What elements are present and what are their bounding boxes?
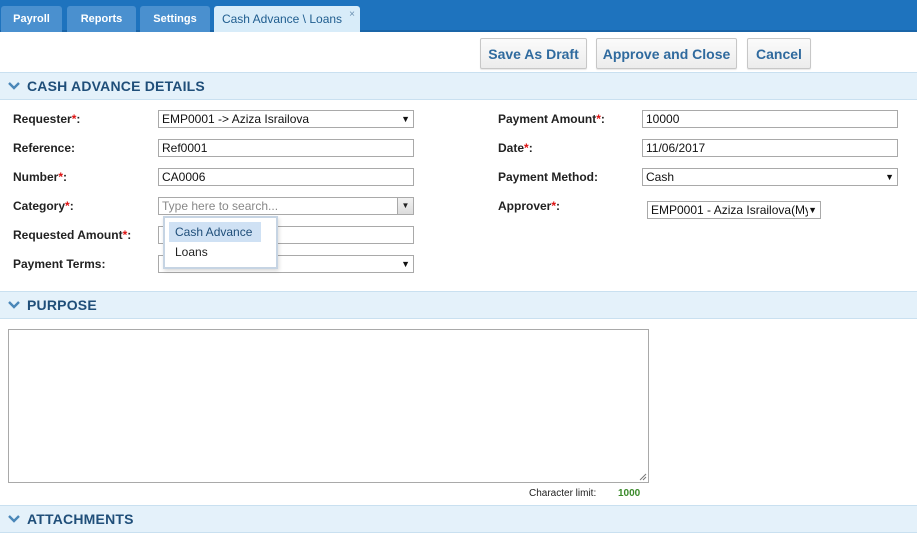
cancel-button[interactable]: Cancel bbox=[747, 38, 811, 69]
character-limit-label: Character limit: bbox=[529, 488, 597, 499]
tab-label: Settings bbox=[153, 13, 197, 25]
character-limit-value: 1000 bbox=[618, 488, 641, 499]
approver-label: Approver*: bbox=[498, 199, 561, 213]
tab-cash-advance-loans[interactable]: Cash Advance \ Loans × bbox=[214, 6, 360, 32]
requester-select[interactable]: EMP0001 -> Aziza Israilova ▼ bbox=[158, 110, 414, 128]
tab-bar: Payroll Reports Settings Cash Advance \ … bbox=[0, 0, 917, 32]
tab-reports[interactable]: Reports bbox=[67, 6, 136, 32]
payment-amount-label: Payment Amount*: bbox=[498, 112, 605, 126]
section-title: CASH ADVANCE DETAILS bbox=[27, 78, 205, 94]
caret-down-icon: ▼ bbox=[885, 172, 894, 182]
requester-label: Requester*: bbox=[13, 112, 81, 126]
category-combobox[interactable]: Type here to search... ▼ bbox=[158, 197, 414, 215]
resize-handle-icon[interactable] bbox=[638, 472, 647, 481]
caret-down-icon: ▼ bbox=[401, 114, 410, 124]
list-item[interactable]: Loans bbox=[169, 242, 272, 262]
number-input[interactable]: CA0006 bbox=[158, 168, 414, 186]
category-placeholder: Type here to search... bbox=[162, 199, 279, 213]
requested-amount-label: Requested Amount*: bbox=[13, 228, 132, 242]
caret-down-icon: ▼ bbox=[401, 259, 410, 269]
reference-input[interactable]: Ref0001 bbox=[158, 139, 414, 157]
purpose-textarea[interactable] bbox=[8, 329, 649, 483]
date-label: Date*: bbox=[498, 141, 533, 155]
payment-amount-input[interactable]: 10000 bbox=[642, 110, 898, 128]
list-item[interactable]: Cash Advance bbox=[169, 222, 261, 242]
chevron-down-icon bbox=[8, 515, 20, 523]
approver-select[interactable]: EMP0001 - Aziza Israilova(My ▼ bbox=[647, 201, 821, 219]
payment-method-label: Payment Method: bbox=[498, 170, 599, 184]
tab-settings[interactable]: Settings bbox=[140, 6, 210, 32]
number-label: Number*: bbox=[13, 170, 68, 184]
category-dropdown-list: Cash Advance Loans bbox=[163, 216, 278, 269]
approve-and-close-button[interactable]: Approve and Close bbox=[596, 38, 737, 69]
chevron-down-icon bbox=[8, 301, 20, 309]
section-title: PURPOSE bbox=[27, 297, 97, 313]
category-label: Category*: bbox=[13, 199, 74, 213]
caret-down-icon[interactable]: ▼ bbox=[397, 198, 413, 214]
close-icon[interactable]: × bbox=[349, 9, 355, 20]
chevron-down-icon bbox=[8, 82, 20, 90]
section-purpose[interactable]: PURPOSE bbox=[0, 291, 917, 319]
section-attachments[interactable]: ATTACHMENTS bbox=[0, 505, 917, 533]
tab-label: Cash Advance \ Loans bbox=[221, 12, 343, 26]
date-input[interactable]: 11/06/2017 bbox=[642, 139, 898, 157]
tab-payroll[interactable]: Payroll bbox=[1, 6, 62, 32]
section-cash-advance-details[interactable]: CASH ADVANCE DETAILS bbox=[0, 72, 917, 100]
tab-label: Reports bbox=[80, 13, 123, 25]
reference-label: Reference: bbox=[13, 141, 76, 155]
payment-terms-label: Payment Terms: bbox=[13, 257, 106, 271]
save-as-draft-button[interactable]: Save As Draft bbox=[480, 38, 587, 69]
requester-value: EMP0001 -> Aziza Israilova bbox=[162, 112, 310, 126]
caret-down-icon: ▼ bbox=[808, 202, 817, 218]
approver-value: EMP0001 - Aziza Israilova(My bbox=[651, 203, 812, 217]
payment-method-value: Cash bbox=[646, 170, 675, 184]
tab-label: Payroll bbox=[13, 13, 50, 25]
section-title: ATTACHMENTS bbox=[27, 511, 134, 527]
payment-method-select[interactable]: Cash ▼ bbox=[642, 168, 898, 186]
